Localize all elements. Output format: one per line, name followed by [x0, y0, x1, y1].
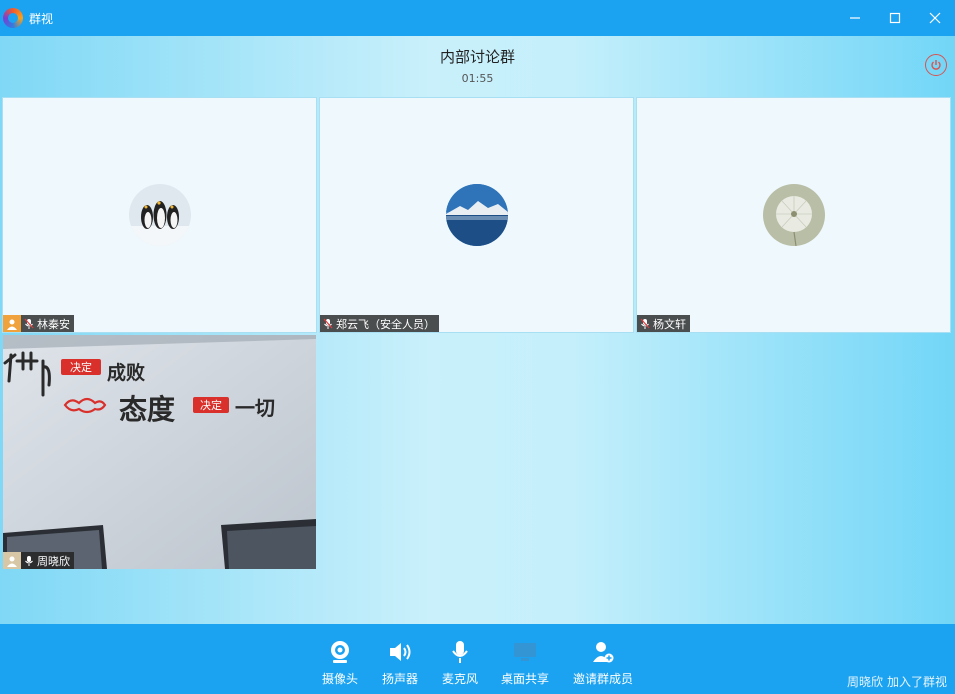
dandelion-avatar-icon [762, 184, 825, 246]
camera-icon [310, 638, 370, 666]
svg-text:成败: 成败 [107, 361, 145, 384]
microphone-button[interactable]: 麦克风 [430, 638, 490, 687]
title-bar: 群视 [0, 0, 955, 36]
maximize-button[interactable] [875, 0, 915, 36]
join-notification: 周晓欣 加入了群视 [843, 673, 947, 690]
mic-muted-icon [637, 318, 653, 330]
app-logo-icon [3, 8, 23, 28]
mic-icon [21, 555, 37, 567]
monitor-icon [495, 638, 555, 666]
call-timer: 01:55 [461, 72, 494, 85]
participant-nametag: 杨文轩 [637, 315, 690, 332]
self-video-tile[interactable]: 决定 成败 态度 决定 一切 周晓欣 [3, 335, 316, 569]
avatar [762, 184, 825, 246]
svg-text:态度: 态度 [119, 393, 175, 426]
avatar [128, 184, 191, 246]
user-icon [3, 552, 21, 569]
participant-tile[interactable]: 郑云飞（安全人员） [319, 97, 634, 333]
avatar [445, 184, 508, 246]
self-name: 周晓欣 [37, 554, 70, 568]
call-header: 内部讨论群 01:55 [0, 36, 955, 96]
camera-button[interactable]: 摄像头 [310, 638, 370, 687]
participant-tile[interactable]: 杨文轩 [636, 97, 951, 333]
participant-nametag: 郑云飞（安全人员） [320, 315, 439, 332]
invite-members-button[interactable]: 邀请群成员 [568, 638, 638, 687]
svg-text:一切: 一切 [235, 396, 275, 420]
group-video-window: 群视 内部讨论群 01:55 林秦安 郑云飞（安全人员） 杨文轩 决定 成败 态… [0, 0, 955, 694]
minimize-icon [850, 17, 860, 19]
camera-feed: 决定 成败 态度 决定 一切 [3, 335, 316, 569]
participant-name: 杨文轩 [653, 317, 686, 331]
minimize-button[interactable] [835, 0, 875, 36]
user-icon [3, 315, 21, 332]
speaker-button[interactable]: 扬声器 [370, 638, 430, 687]
window-title: 群视 [29, 11, 54, 26]
mic-muted-icon [21, 318, 37, 330]
participant-name: 郑云飞（安全人员） [336, 317, 435, 331]
close-button[interactable] [915, 0, 955, 36]
svg-text:决定: 决定 [200, 398, 222, 412]
participant-name: 林秦安 [37, 317, 70, 331]
close-icon [929, 12, 941, 24]
screen-share-button[interactable]: 桌面共享 [495, 638, 555, 687]
speaker-icon [370, 638, 430, 666]
mountain-lake-avatar-icon [445, 184, 508, 246]
participant-tile[interactable]: 林秦安 [2, 97, 317, 333]
join-message: 加入了群视 [886, 675, 947, 689]
penguins-avatar-icon [128, 184, 191, 246]
microphone-icon [430, 638, 490, 666]
maximize-icon [889, 12, 901, 24]
mic-muted-icon [320, 318, 336, 330]
svg-text:决定: 决定 [70, 360, 92, 374]
call-toolbar: 摄像头 扬声器 麦克风 桌面共享 邀请群成员 周晓欣 加入了群视 [0, 624, 955, 694]
joined-user: 周晓欣 [846, 675, 883, 689]
add-user-icon [568, 638, 638, 666]
self-nametag: 周晓欣 [3, 552, 74, 569]
participant-nametag: 林秦安 [3, 315, 74, 332]
end-call-button[interactable] [925, 54, 947, 76]
power-icon [931, 60, 941, 70]
window-controls [835, 0, 955, 36]
group-name: 内部讨论群 [439, 48, 515, 66]
